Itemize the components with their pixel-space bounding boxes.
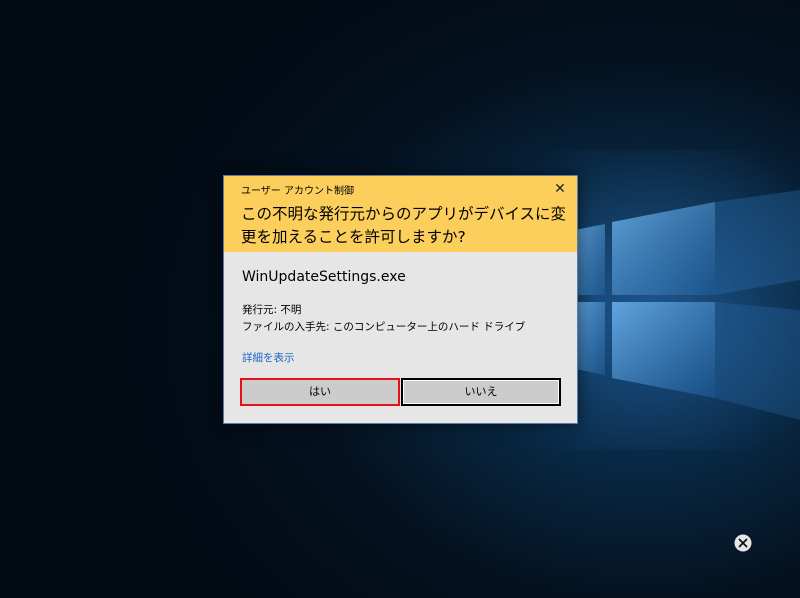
dialog-title: ユーザー アカウント制御 — [241, 186, 354, 197]
no-button[interactable]: いいえ — [401, 378, 561, 406]
show-details-link[interactable]: 詳細を表示 — [242, 350, 295, 365]
close-icon[interactable]: ✕ — [551, 180, 569, 198]
close-circle-icon[interactable] — [734, 534, 752, 552]
desktop-background: ユーザー アカウント制御 ✕ この不明な発行元からのアプリがデバイスに変更を加え… — [0, 0, 800, 598]
dialog-header: ユーザー アカウント制御 ✕ この不明な発行元からのアプリがデバイスに変更を加え… — [224, 176, 577, 252]
app-name: WinUpdateSettings.exe — [242, 269, 406, 285]
publisher-label: 発行元: 不明 — [242, 304, 302, 316]
yes-button[interactable]: はい — [240, 378, 400, 406]
origin-label: ファイルの入手先: このコンピューター上のハード ドライブ — [242, 321, 526, 333]
dialog-question: この不明な発行元からのアプリがデバイスに変更を加えることを許可しますか? — [241, 205, 567, 246]
uac-dialog: ユーザー アカウント制御 ✕ この不明な発行元からのアプリがデバイスに変更を加え… — [223, 175, 578, 424]
